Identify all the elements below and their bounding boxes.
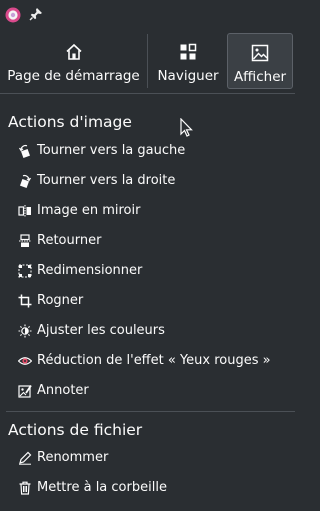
red-eye-icon: [18, 354, 32, 368]
start-page-button[interactable]: Page de démarrage: [6, 33, 141, 89]
view-button[interactable]: Afficher: [227, 33, 293, 89]
view-label: Afficher: [233, 69, 287, 85]
adjust-colors-icon: [18, 324, 32, 338]
rename-icon: [18, 451, 32, 465]
rotate-right-label: Tourner vers la droite: [37, 173, 176, 188]
resize-item[interactable]: Redimensionner: [0, 257, 295, 287]
rotate-left-label: Tourner vers la gauche: [37, 143, 186, 158]
app-icon: [5, 7, 21, 23]
rotate-right-icon: [18, 174, 32, 188]
title-bar: [0, 0, 295, 30]
grid-icon: [179, 43, 197, 61]
red-eye-item[interactable]: Réduction de l'effet « Yeux rouges »: [0, 347, 295, 377]
home-icon: [65, 43, 83, 61]
mirror-item[interactable]: Image en miroir: [0, 197, 295, 227]
toolbar: Page de démarrage Naviguer Afficher: [0, 30, 295, 94]
mouse-cursor-icon: [180, 118, 194, 138]
trash-label: Mettre à la corbeille: [37, 480, 167, 495]
flip-label: Retourner: [37, 233, 102, 248]
rotate-right-item[interactable]: Tourner vers la droite: [0, 167, 295, 197]
crop-icon: [18, 294, 32, 308]
adjust-colors-label: Ajuster les couleurs: [37, 323, 165, 338]
browse-label: Naviguer: [157, 68, 219, 84]
annotate-icon: [18, 384, 32, 398]
annotate-item[interactable]: Annoter: [0, 377, 295, 407]
mirror-label: Image en miroir: [37, 203, 141, 218]
browse-button[interactable]: Naviguer: [152, 33, 224, 89]
trash-icon: [18, 481, 32, 495]
mirror-icon: [18, 204, 32, 218]
image-actions-title: Actions d'image: [8, 113, 132, 131]
adjust-colors-item[interactable]: Ajuster les couleurs: [0, 317, 295, 347]
image-icon: [251, 44, 269, 62]
resize-label: Redimensionner: [37, 263, 143, 278]
crop-item[interactable]: Rogner: [0, 287, 295, 317]
rename-item[interactable]: Renommer: [0, 444, 295, 474]
trash-item[interactable]: Mettre à la corbeille: [0, 474, 295, 504]
crop-label: Rogner: [37, 293, 84, 308]
toolbar-separator: [147, 34, 148, 88]
rename-label: Renommer: [37, 450, 109, 465]
pin-icon[interactable]: [29, 7, 43, 21]
rotate-left-icon: [18, 144, 32, 158]
red-eye-label: Réduction de l'effet « Yeux rouges »: [37, 353, 271, 368]
flip-icon: [18, 234, 32, 248]
rotate-left-item[interactable]: Tourner vers la gauche: [0, 137, 295, 167]
file-actions-title: Actions de fichier: [8, 421, 143, 439]
start-page-label: Page de démarrage: [7, 68, 140, 84]
resize-icon: [18, 264, 32, 278]
flip-item[interactable]: Retourner: [0, 227, 295, 257]
annotate-label: Annoter: [37, 383, 89, 398]
